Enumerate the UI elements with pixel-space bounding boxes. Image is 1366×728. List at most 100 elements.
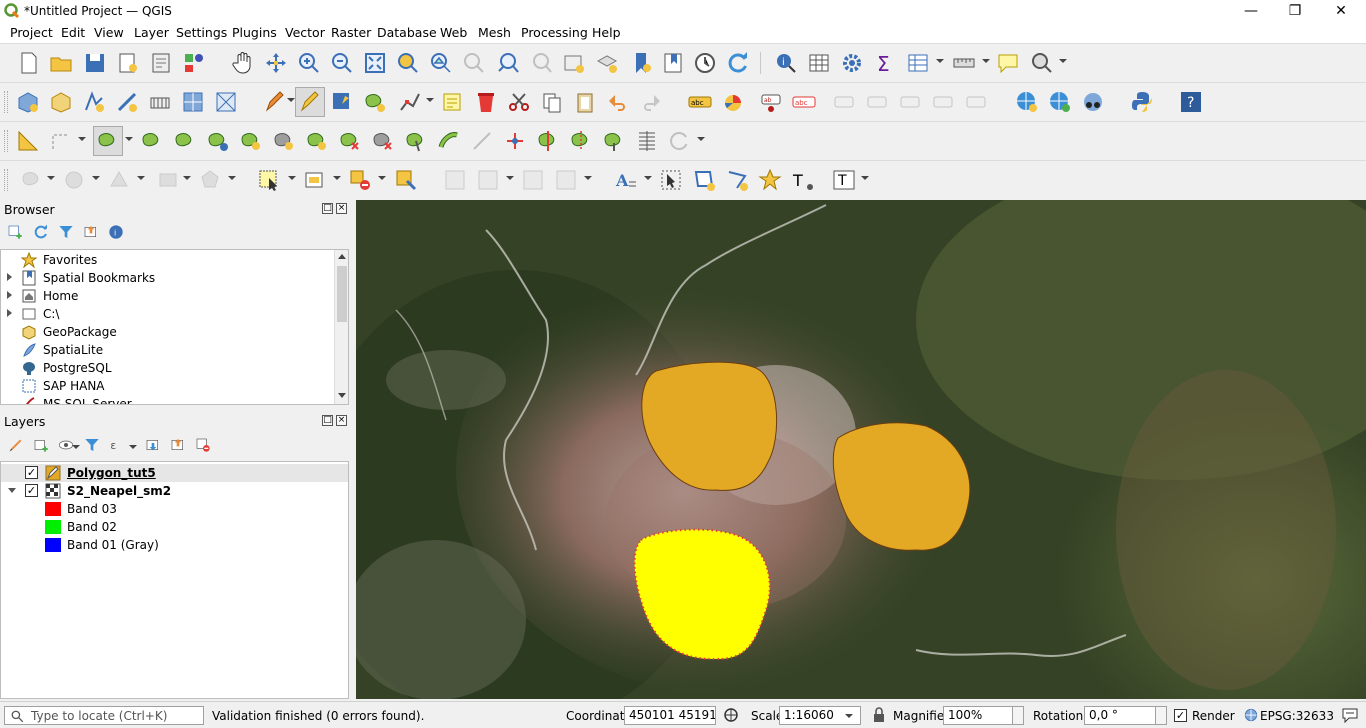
toggle-editing-all-icon[interactable] — [263, 90, 287, 114]
panel-splitter[interactable] — [350, 200, 355, 699]
select-annotation-icon[interactable] — [659, 168, 683, 192]
menu-processing[interactable]: Processing — [521, 25, 588, 40]
layer-s2-neapel-sm2[interactable]: ✓ S2_Neapel_sm2 — [1, 482, 348, 500]
text-format-annotation-icon[interactable]: A — [614, 168, 638, 192]
add-raster-layer-icon[interactable] — [181, 90, 205, 114]
show-bookmarks-icon[interactable] — [661, 51, 685, 75]
new-project-icon[interactable] — [17, 51, 41, 75]
layout-manager-icon[interactable] — [149, 51, 173, 75]
new-geopackage-layer-icon[interactable] — [49, 90, 73, 114]
zoom-last-icon[interactable] — [496, 51, 520, 75]
diagram-options-icon[interactable] — [721, 90, 745, 114]
browser-item-favorites[interactable]: Favorites — [1, 251, 335, 269]
zoom-full-icon[interactable] — [363, 51, 387, 75]
toggle-coordinate-display-icon[interactable] — [723, 707, 739, 723]
chevron-down-icon[interactable] — [183, 176, 191, 180]
html-annotation-icon[interactable] — [476, 168, 500, 192]
layer-polygon-tut5[interactable]: ✓ Polygon_tut5 — [1, 464, 348, 482]
delete-ring-icon[interactable] — [338, 129, 362, 153]
new-virtual-layer-icon[interactable] — [148, 90, 172, 114]
show-hide-labels-icon[interactable] — [867, 90, 891, 114]
chevron-down-icon[interactable] — [228, 176, 236, 180]
redo-icon[interactable] — [639, 90, 663, 114]
chevron-down-icon[interactable] — [125, 137, 133, 141]
toolbar-handle[interactable] — [4, 91, 8, 113]
chevron-down-icon[interactable] — [129, 445, 137, 449]
menu-layer[interactable]: Layer — [134, 25, 169, 40]
delete-selected-icon[interactable] — [474, 90, 498, 114]
line-annotation-icon[interactable] — [725, 168, 749, 192]
select-features-icon[interactable] — [257, 168, 281, 192]
marker-annotation-icon[interactable] — [758, 168, 782, 192]
menu-settings[interactable]: Settings — [176, 25, 227, 40]
chevron-down-icon[interactable] — [644, 176, 652, 180]
cut-features-icon[interactable] — [507, 90, 531, 114]
data-source-manager-icon[interactable] — [16, 90, 40, 114]
chevron-down-icon[interactable] — [72, 445, 80, 449]
toggle-editing-icon[interactable] — [295, 87, 325, 117]
expand-arrow-icon[interactable] — [7, 273, 12, 281]
open-project-icon[interactable] — [49, 51, 73, 75]
digitize-with-segment-icon[interactable] — [49, 129, 73, 153]
merge-features-icon[interactable] — [569, 129, 593, 153]
chevron-down-icon[interactable] — [936, 59, 944, 63]
pin-unpin-labels-icon[interactable]: ab — [759, 90, 783, 114]
offset-point-symbols-icon[interactable] — [668, 129, 692, 153]
menu-web[interactable]: Web — [440, 25, 467, 40]
browser-item-postgresql[interactable]: PostgreSQL — [1, 359, 335, 377]
wfs-layer-icon[interactable] — [1048, 90, 1072, 114]
collapse-all-layers-icon[interactable] — [170, 437, 186, 453]
deselect-all-icon[interactable] — [348, 168, 372, 192]
messages-icon[interactable] — [1341, 707, 1359, 723]
chevron-down-icon[interactable] — [584, 176, 592, 180]
zoom-out-icon[interactable] — [330, 51, 354, 75]
copy-features-icon[interactable] — [540, 90, 564, 114]
modify-attributes-icon[interactable] — [441, 90, 465, 114]
metasearch-icon[interactable] — [1081, 90, 1105, 114]
menu-raster[interactable]: Raster — [331, 25, 371, 40]
pan-to-selection-icon[interactable] — [264, 51, 288, 75]
layer-visibility-checkbox[interactable]: ✓ — [25, 484, 38, 497]
close-button[interactable]: ✕ — [1318, 0, 1364, 22]
chevron-down-icon[interactable] — [288, 176, 296, 180]
zoom-in-icon[interactable] — [297, 51, 321, 75]
rotate-label-icon[interactable] — [900, 90, 924, 114]
new-print-layout-icon[interactable] — [116, 51, 140, 75]
restore-button[interactable]: ❐ — [1272, 0, 1318, 22]
expand-all-icon[interactable] — [145, 437, 161, 453]
browser-item-sap-hana[interactable]: SAP HANA — [1, 377, 335, 395]
toolbar-handle[interactable] — [4, 130, 8, 152]
chevron-down-icon[interactable] — [287, 98, 295, 102]
zoom-to-selection-icon[interactable] — [396, 51, 420, 75]
magnifier-field[interactable]: 100% — [943, 706, 1013, 725]
collapse-arrow-icon[interactable] — [8, 488, 16, 493]
menu-project[interactable]: Project — [10, 25, 53, 40]
scroll-thumb[interactable] — [337, 266, 347, 322]
browser-scrollbar[interactable] — [334, 250, 348, 404]
reshape-features-icon[interactable] — [140, 129, 164, 153]
render-checkbox[interactable]: ✓ — [1174, 709, 1187, 722]
wms-layer-icon[interactable] — [1015, 90, 1039, 114]
rotation-spinner[interactable] — [1155, 706, 1167, 725]
open-table-icon[interactable] — [906, 51, 930, 75]
chevron-down-icon[interactable] — [506, 176, 514, 180]
crs-label[interactable]: EPSG:32633 — [1260, 709, 1334, 723]
browser-item-geopackage[interactable]: GeoPackage — [1, 323, 335, 341]
chevron-down-icon[interactable] — [426, 98, 434, 102]
float-panel-icon[interactable]: □ — [322, 203, 333, 214]
split-parts-icon[interactable] — [536, 129, 560, 153]
offset-curve-tool-icon[interactable] — [437, 129, 461, 153]
menu-mesh[interactable]: Mesh — [478, 25, 511, 40]
new-temporary-layer-icon[interactable] — [115, 90, 139, 114]
label-toolbar-icon[interactable]: abc — [688, 90, 712, 114]
enable-tracing-icon[interactable] — [16, 129, 40, 153]
rotation-field[interactable]: 0,0 ° — [1084, 706, 1156, 725]
scroll-down-icon[interactable] — [338, 393, 346, 398]
add-ring-icon[interactable] — [93, 126, 123, 156]
simplify-feature-icon[interactable] — [305, 129, 329, 153]
add-polygon-feature-icon[interactable] — [363, 90, 387, 114]
reshape-icon[interactable] — [404, 129, 428, 153]
add-selected-layers-icon[interactable] — [7, 224, 23, 240]
chevron-down-icon[interactable] — [378, 176, 386, 180]
paste-features-icon[interactable] — [573, 90, 597, 114]
